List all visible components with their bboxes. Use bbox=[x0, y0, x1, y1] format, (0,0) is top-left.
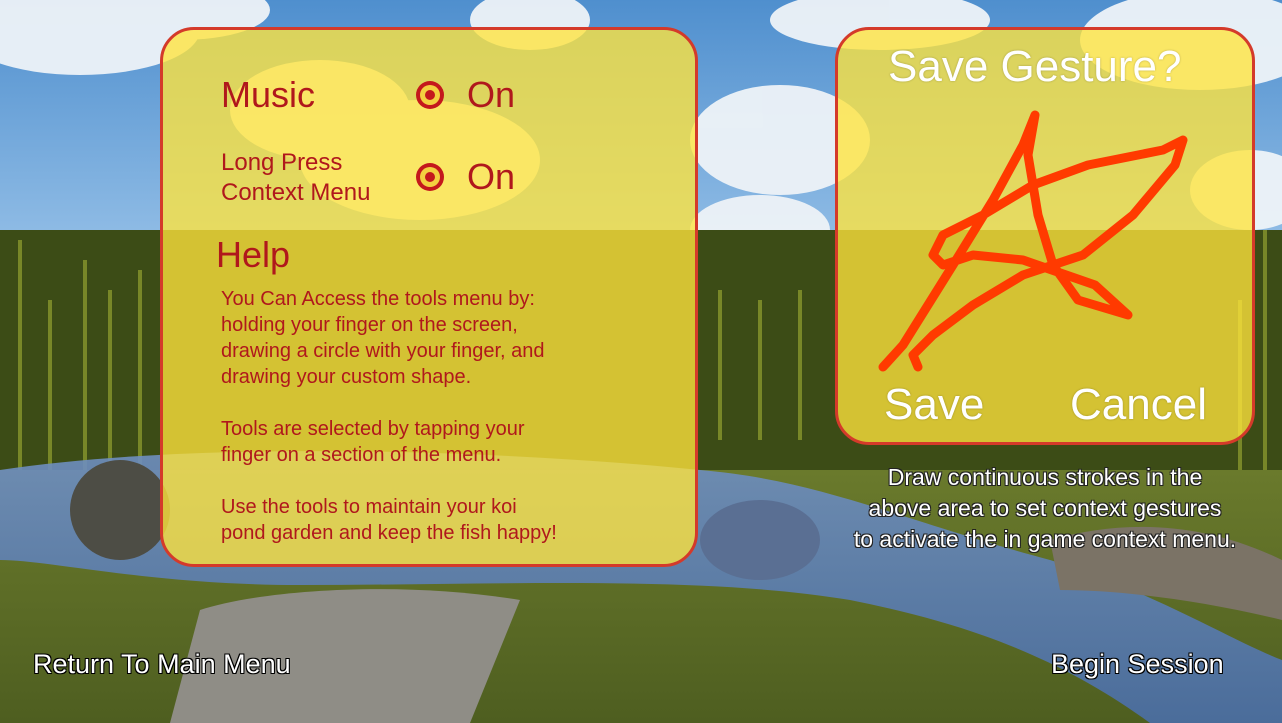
long-press-label-line-2: Context Menu bbox=[221, 179, 371, 206]
help-line: finger on a section of the menu. bbox=[221, 444, 502, 466]
help-line: holding your finger on the screen, bbox=[221, 314, 518, 336]
music-value: On bbox=[467, 74, 516, 115]
begin-session-button[interactable]: Begin Session bbox=[1051, 649, 1224, 680]
help-paragraph: Tools are selected by tapping your finge… bbox=[221, 416, 557, 468]
instruction-line: above area to set context gestures bbox=[868, 495, 1222, 521]
help-line: You Can Access the tools menu by: bbox=[221, 288, 535, 310]
help-paragraph: You Can Access the tools menu by: holdin… bbox=[221, 286, 557, 390]
help-text: You Can Access the tools menu by: holdin… bbox=[221, 286, 557, 572]
help-line: drawing your custom shape. bbox=[221, 366, 472, 388]
help-line: Tools are selected by tapping your bbox=[221, 418, 525, 440]
return-to-main-menu-button[interactable]: Return To Main Menu bbox=[33, 649, 291, 680]
rock bbox=[700, 500, 820, 580]
instruction-line: to activate the in game context menu. bbox=[853, 526, 1237, 552]
long-press-label: Long Press Context Menu bbox=[221, 148, 370, 208]
save-button[interactable]: Save bbox=[884, 380, 984, 430]
gesture-drawing-area[interactable] bbox=[873, 105, 1203, 375]
help-paragraph: Use the tools to maintain your koi pond … bbox=[221, 494, 557, 546]
long-press-value: On bbox=[467, 156, 516, 197]
gesture-stroke bbox=[878, 110, 1188, 372]
music-label: Music bbox=[221, 74, 316, 115]
instruction-line: Draw continuous strokes in the bbox=[887, 464, 1203, 490]
help-line: pond garden and keep the fish happy! bbox=[221, 522, 557, 544]
settings-panel: Music On Long Press Context Menu On Help… bbox=[160, 27, 698, 567]
long-press-label-line-1: Long Press bbox=[221, 149, 343, 176]
help-line: Use the tools to maintain your koi bbox=[221, 496, 517, 518]
help-line: drawing a circle with your finger, and bbox=[221, 340, 545, 362]
music-radio-button[interactable] bbox=[416, 81, 444, 109]
gesture-instructions: Draw continuous strokes in the above are… bbox=[815, 462, 1275, 555]
gesture-title: Save Gesture? bbox=[888, 42, 1182, 91]
long-press-radio-button[interactable] bbox=[416, 163, 444, 191]
gesture-panel: Save Gesture? Save Cancel bbox=[835, 27, 1255, 445]
cancel-button[interactable]: Cancel bbox=[1070, 380, 1207, 430]
rock bbox=[70, 460, 170, 560]
help-title: Help bbox=[216, 234, 291, 275]
